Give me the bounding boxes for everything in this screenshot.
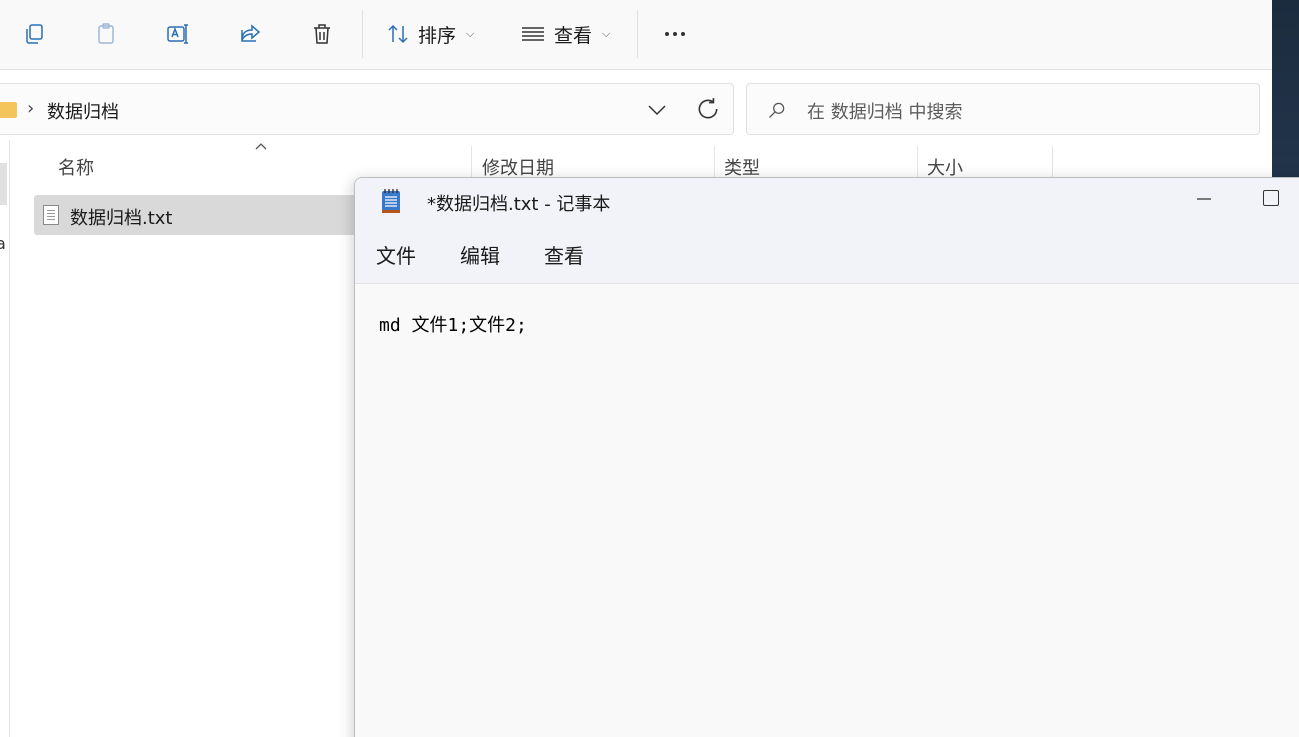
view-label: 查看	[554, 24, 593, 47]
delete-button[interactable]	[302, 14, 342, 54]
more-icon	[665, 32, 685, 36]
chevron-down-icon: ⌵	[466, 27, 475, 40]
address-history-dropdown[interactable]	[645, 98, 669, 122]
text-file-icon	[43, 205, 59, 225]
paste-icon	[98, 23, 114, 44]
breadcrumb-current-folder[interactable]: 数据归档	[47, 98, 119, 124]
more-options-button[interactable]	[655, 14, 695, 54]
maximize-icon[interactable]	[1263, 190, 1279, 206]
column-header-name[interactable]: 名称	[58, 154, 94, 180]
sort-ascending-icon	[255, 143, 267, 150]
rename-icon	[167, 24, 188, 44]
toolbar-separator	[362, 10, 363, 58]
view-menu-button[interactable]: 查看 ⌵	[520, 18, 610, 50]
menu-file[interactable]: 文件	[376, 240, 416, 269]
sort-label: 排序	[418, 24, 457, 47]
rename-button[interactable]	[158, 14, 198, 54]
breadcrumb-chevron-icon: ›	[27, 98, 35, 119]
notepad-content: md 文件1;文件2;	[379, 315, 527, 336]
command-bar: 排序 ⌵ 查看 ⌵	[0, 0, 1272, 70]
refresh-icon[interactable]	[695, 96, 721, 122]
search-box[interactable]: 在 数据归档 中搜索	[746, 83, 1260, 135]
menu-edit[interactable]: 编辑	[460, 240, 500, 269]
chevron-down-icon: ⌵	[602, 27, 611, 40]
navigation-pane-item-label: a	[0, 234, 6, 253]
navigation-pane-selected-item[interactable]	[0, 163, 7, 205]
view-list-icon	[522, 27, 544, 41]
delete-icon	[314, 24, 330, 44]
file-name: 数据归档.txt	[70, 208, 173, 229]
address-bar[interactable]: › 数据归档	[0, 83, 734, 135]
file-list-item[interactable]: 数据归档.txt	[34, 195, 364, 235]
minimize-icon[interactable]	[1193, 188, 1215, 210]
copy-icon	[26, 24, 43, 44]
notepad-window: *数据归档.txt - 记事本 文件 编辑 查看 md 文件1;文件2;	[354, 177, 1299, 737]
notepad-app-icon	[382, 189, 400, 213]
search-icon	[769, 102, 785, 118]
search-placeholder: 在 数据归档 中搜索	[807, 102, 963, 123]
notepad-titlebar[interactable]: *数据归档.txt - 记事本	[355, 178, 1299, 226]
notepad-text-area[interactable]: md 文件1;文件2;	[355, 285, 1299, 737]
sort-icon	[388, 24, 408, 44]
share-icon	[241, 24, 261, 42]
folder-icon	[0, 102, 17, 118]
navigation-pane	[0, 140, 10, 737]
menu-view[interactable]: 查看	[544, 240, 584, 269]
paste-button[interactable]	[86, 14, 126, 54]
notepad-menubar: 文件 编辑 查看	[355, 226, 1299, 284]
share-button[interactable]	[230, 14, 270, 54]
copy-button[interactable]	[14, 14, 54, 54]
notepad-title: *数据归档.txt - 记事本	[427, 194, 611, 215]
sort-menu-button[interactable]: 排序 ⌵	[386, 18, 474, 50]
toolbar-separator	[637, 10, 638, 58]
